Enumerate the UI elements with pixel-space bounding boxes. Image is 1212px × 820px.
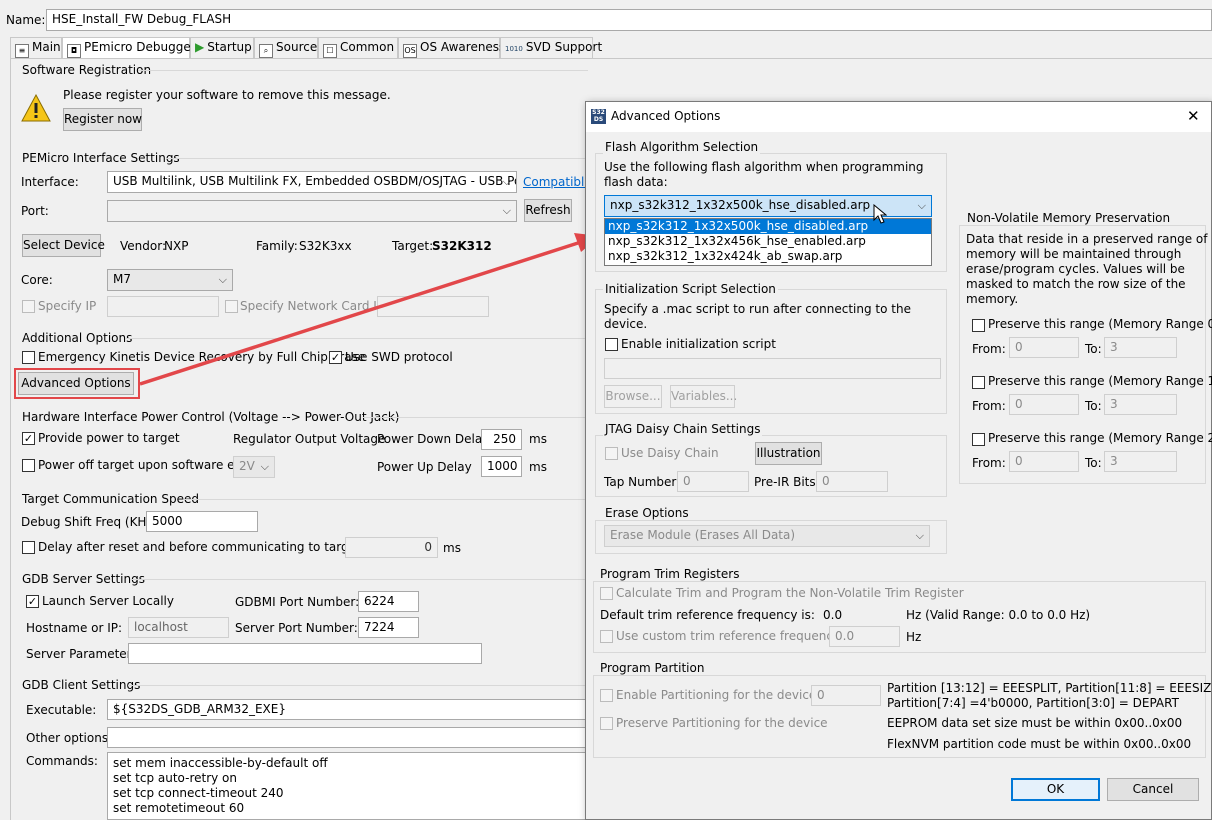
preserve-partitioning-label: Preserve Partitioning for the device bbox=[616, 716, 828, 730]
jtag-title: JTAG Daisy Chain Settings bbox=[603, 422, 763, 436]
custom-trim-checkbox[interactable] bbox=[600, 630, 613, 643]
init-script-desc-1: Specify a .mac script to run after conne… bbox=[604, 302, 911, 316]
flash-desc-1: Use the following flash algorithm when p… bbox=[604, 160, 924, 174]
pre-ir-bits-input[interactable]: 0 bbox=[816, 471, 888, 492]
flash-option[interactable]: nxp_s32k312_1x32x456k_hse_enabled.arp bbox=[605, 234, 931, 249]
chevron-down-icon: ⌵ bbox=[915, 529, 924, 542]
cursor-icon bbox=[873, 204, 887, 224]
chevron-down-icon: ⌵ bbox=[917, 199, 926, 212]
variables-button[interactable]: Variables... bbox=[670, 385, 737, 408]
partition-title: Program Partition bbox=[598, 661, 707, 675]
range-2-from-input[interactable]: 0 bbox=[1009, 451, 1079, 472]
init-script-title: Initialization Script Selection bbox=[603, 282, 778, 296]
flash-algorithm-list: nxp_s32k312_1x32x500k_hse_disabled.arp n… bbox=[604, 218, 932, 266]
to-label: To: bbox=[1085, 342, 1102, 356]
dialog-title: Advanced Options bbox=[611, 109, 721, 123]
range-2-to-input[interactable]: 3 bbox=[1104, 451, 1177, 472]
hz-range-label: Hz (Valid Range: 0.0 to 0.0 Hz) bbox=[906, 608, 1091, 622]
to-label: To: bbox=[1085, 456, 1102, 470]
calc-trim-label: Calculate Trim and Program the Non-Volat… bbox=[616, 586, 964, 600]
tap-number-label: Tap Number: bbox=[604, 475, 681, 489]
erase-select[interactable]: Erase Module (Erases All Data) ⌵ bbox=[604, 525, 930, 547]
trim-title: Program Trim Registers bbox=[598, 567, 742, 581]
default-trim-label: Default trim reference frequency is: bbox=[600, 608, 815, 622]
preserve-range-0-checkbox[interactable] bbox=[972, 319, 985, 332]
tap-number-input[interactable]: 0 bbox=[677, 471, 749, 492]
partition-value-input[interactable]: 0 bbox=[811, 685, 881, 706]
cancel-button[interactable]: Cancel bbox=[1107, 778, 1199, 801]
hz-label: Hz bbox=[906, 630, 922, 644]
partition-info-3: EEPROM data set size must be within 0x00… bbox=[887, 716, 1183, 730]
pre-ir-bits-label: Pre-IR Bits: bbox=[754, 475, 820, 489]
range-1-to-input[interactable]: 3 bbox=[1104, 394, 1177, 415]
use-daisy-chain-label: Use Daisy Chain bbox=[621, 446, 719, 460]
custom-trim-input[interactable]: 0.0 bbox=[829, 626, 900, 647]
flash-title: Flash Algorithm Selection bbox=[603, 140, 761, 154]
enable-init-script-checkbox[interactable] bbox=[605, 338, 618, 351]
range-0-to-input[interactable]: 3 bbox=[1104, 337, 1177, 358]
from-label: From: bbox=[972, 399, 1006, 413]
browse-button[interactable]: Browse... bbox=[604, 385, 662, 408]
init-script-desc-2: device. bbox=[604, 317, 648, 331]
flash-desc-2: flash data: bbox=[604, 175, 668, 189]
preserve-range-1-checkbox[interactable] bbox=[972, 376, 985, 389]
enable-partitioning-label: Enable Partitioning for the device bbox=[616, 688, 817, 702]
dialog-titlebar: S32 DS Advanced Options ✕ bbox=[586, 102, 1211, 132]
default-trim-value: 0.0 bbox=[823, 608, 843, 622]
init-script-path-input[interactable] bbox=[604, 358, 941, 379]
erase-title: Erase Options bbox=[603, 506, 691, 520]
from-label: From: bbox=[972, 342, 1006, 356]
advanced-options-dialog: S32 DS Advanced Options ✕ Flash Algorithm… bbox=[585, 101, 1212, 820]
close-icon[interactable]: ✕ bbox=[1187, 107, 1200, 125]
nvm-title: Non-Volatile Memory Preservation bbox=[965, 211, 1173, 225]
partition-info-4: FlexNVM partition code must be within 0x… bbox=[887, 737, 1192, 751]
ok-button[interactable]: OK bbox=[1011, 778, 1100, 801]
to-label: To: bbox=[1085, 399, 1102, 413]
custom-trim-label: Use custom trim reference frequency: bbox=[616, 629, 844, 643]
range-0-from-input[interactable]: 0 bbox=[1009, 337, 1079, 358]
preserve-range-1-label: Preserve this range (Memory Range 1) bbox=[988, 374, 1212, 388]
nvm-desc: Data that reside in a preserved range of… bbox=[966, 232, 1208, 306]
partition-info-2: Partition[7:4] =4'b0000, Partition[3:0] … bbox=[887, 696, 1179, 710]
enable-partitioning-checkbox[interactable] bbox=[600, 689, 613, 702]
flash-option[interactable]: nxp_s32k312_1x32x424k_ab_swap.arp bbox=[605, 249, 931, 264]
partition-info-1: Partition [13:12] = EEESPLIT, Partition[… bbox=[887, 681, 1212, 695]
preserve-partitioning-checkbox[interactable] bbox=[600, 717, 613, 730]
calc-trim-checkbox[interactable] bbox=[600, 587, 613, 600]
preserve-range-2-checkbox[interactable] bbox=[972, 433, 985, 446]
preserve-range-0-label: Preserve this range (Memory Range 0) bbox=[988, 317, 1212, 331]
illustration-button[interactable]: Illustration bbox=[755, 442, 822, 465]
enable-init-script-label: Enable initialization script bbox=[621, 337, 776, 351]
preserve-range-2-label: Preserve this range (Memory Range 2) bbox=[988, 431, 1212, 445]
from-label: From: bbox=[972, 456, 1006, 470]
use-daisy-chain-checkbox[interactable] bbox=[605, 447, 618, 460]
range-1-from-input[interactable]: 0 bbox=[1009, 394, 1079, 415]
app-icon: S32 DS bbox=[591, 109, 606, 124]
